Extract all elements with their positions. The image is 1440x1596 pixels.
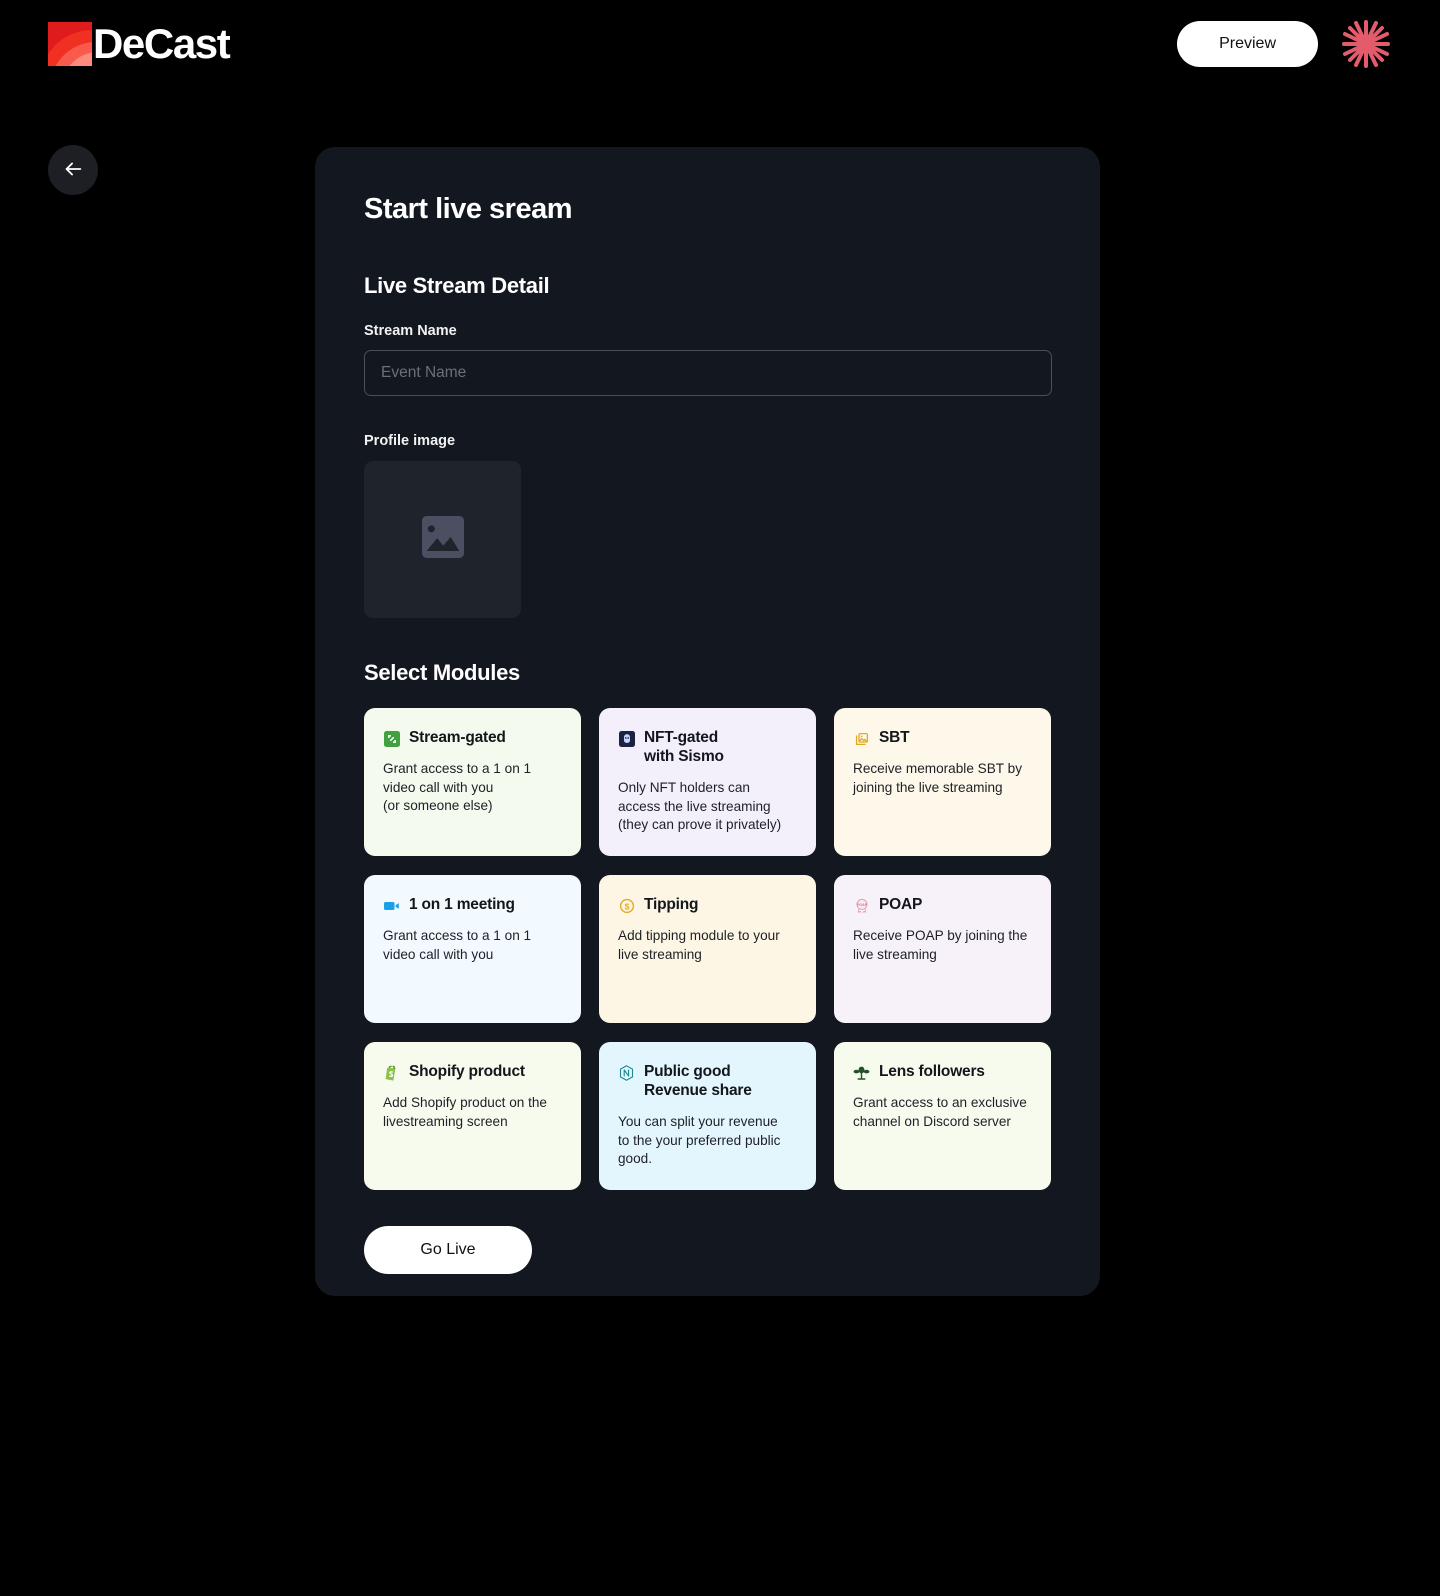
go-live-button[interactable]: Go Live: [364, 1226, 532, 1274]
module-card-one-on-one-meeting[interactable]: 1 on 1 meeting Grant access to a 1 on 1 …: [364, 875, 581, 1023]
profile-image-upload[interactable]: [364, 461, 521, 618]
svg-text:$: $: [624, 901, 629, 911]
brand-logo[interactable]: DeCast: [48, 20, 231, 67]
back-button[interactable]: [48, 145, 98, 195]
module-description: Receive memorable SBT by joining the liv…: [853, 761, 1022, 795]
module-card-shopify-product[interactable]: Shopify product Add Shopify product on t…: [364, 1042, 581, 1190]
module-description: Grant access to a 1 on 1 video call with…: [383, 761, 532, 813]
start-live-stream-card: Start live sream Live Stream Detail Stre…: [315, 147, 1100, 1296]
module-description: Add tipping module to your live streamin…: [618, 928, 780, 962]
module-title: Tipping: [644, 896, 699, 913]
stream-name-input[interactable]: [364, 350, 1052, 396]
module-card-poap[interactable]: POAP POAP Receive POAP by joining the li…: [834, 875, 1051, 1023]
module-description: Add Shopify product on the livestreaming…: [383, 1095, 547, 1129]
arrow-left-icon: [62, 158, 84, 183]
top-bar: DeCast Preview: [0, 0, 1440, 88]
section-title-select-modules: Select Modules: [364, 660, 520, 685]
coin-dollar-icon: $: [618, 897, 635, 914]
sismo-icon: [618, 730, 635, 747]
module-description: Only NFT holders can access the live str…: [618, 780, 782, 832]
module-card-tipping[interactable]: $ Tipping Add tipping module to your liv…: [599, 875, 816, 1023]
module-title: Lens followers: [879, 1063, 985, 1080]
module-card-lens-followers[interactable]: Lens followers Grant access to an exclus…: [834, 1042, 1051, 1190]
poap-badge-icon: POAP: [853, 897, 870, 914]
module-title: Public good Revenue share: [644, 1063, 752, 1099]
module-description: Grant access to a 1 on 1 video call with…: [383, 928, 532, 962]
module-card-stream-gated[interactable]: Stream-gated Grant access to a 1 on 1 vi…: [364, 708, 581, 856]
section-title-live-stream-detail: Live Stream Detail: [364, 273, 550, 298]
preview-button[interactable]: Preview: [1177, 21, 1318, 67]
sbt-frame-icon: [853, 730, 870, 747]
module-title: Stream-gated: [409, 729, 506, 746]
shopify-bag-icon: [383, 1064, 400, 1081]
module-title: NFT-gated with Sismo: [644, 729, 724, 765]
decast-logo-icon: [48, 22, 92, 66]
module-title: SBT: [879, 729, 910, 746]
module-title: 1 on 1 meeting: [409, 896, 515, 913]
svg-text:POAP: POAP: [856, 902, 867, 906]
module-description: Grant access to an exclusive channel on …: [853, 1095, 1027, 1129]
module-title: Shopify product: [409, 1063, 525, 1080]
image-placeholder-icon: [415, 509, 471, 570]
page-title: Start live sream: [364, 193, 573, 225]
brand-name: DeCast: [93, 20, 231, 67]
modules-grid: Stream-gated Grant access to a 1 on 1 vi…: [364, 708, 1051, 1190]
stream-gated-icon: [383, 730, 400, 747]
module-description: You can split your revenue to the your p…: [618, 1114, 781, 1166]
module-description: Receive POAP by joining the live streami…: [853, 928, 1028, 962]
module-title: POAP: [879, 896, 923, 913]
stream-name-label: Stream Name: [364, 323, 457, 339]
module-card-nft-gated-sismo[interactable]: NFT-gated with Sismo Only NFT holders ca…: [599, 708, 816, 856]
video-camera-icon: [383, 897, 400, 914]
starburst-avatar-icon[interactable]: [1340, 18, 1392, 70]
top-bar-actions: Preview: [1177, 18, 1392, 70]
module-card-public-good-revenue-share[interactable]: Public good Revenue share You can split …: [599, 1042, 816, 1190]
profile-image-label: Profile image: [364, 433, 456, 449]
lens-sprout-icon: [853, 1064, 870, 1081]
hexagon-nf-icon: [618, 1064, 635, 1081]
module-card-sbt[interactable]: SBT Receive memorable SBT by joining the…: [834, 708, 1051, 856]
